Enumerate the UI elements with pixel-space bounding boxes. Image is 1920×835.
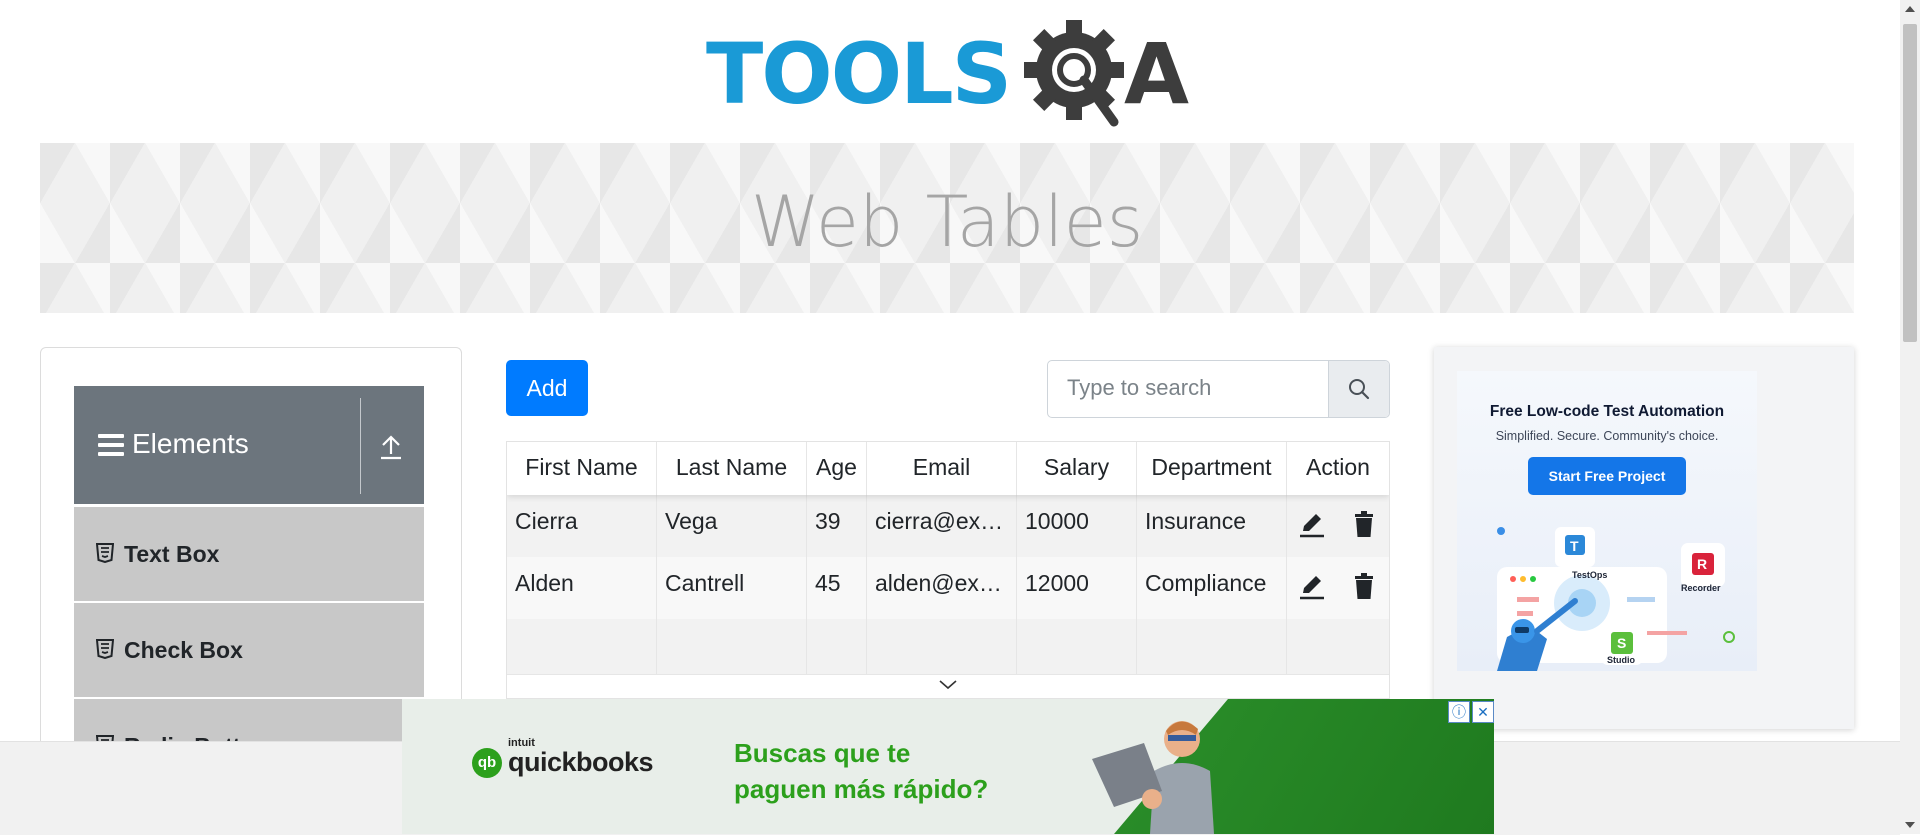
cell-action (1287, 557, 1389, 619)
page-banner: Web Tables (40, 143, 1854, 313)
cell-age: 39 (807, 495, 867, 557)
ad-right[interactable]: Free Low-code Test Automation Simplified… (1434, 347, 1854, 729)
ad-bottom-headline: Buscas que te paguen más rápido? (734, 735, 988, 807)
scroll-down-arrow-icon[interactable] (1905, 822, 1915, 828)
cell-salary: 12000 (1017, 557, 1137, 619)
column-header-first-name[interactable]: First Name (507, 442, 657, 495)
ad-headline: Free Low-code Test Automation (1489, 403, 1725, 420)
gear-magnifier-icon (1024, 20, 1124, 127)
edit-pencil-icon[interactable] (1297, 571, 1327, 601)
search-input[interactable] (1048, 361, 1318, 415)
ad-label-recorder: Recorder (1681, 583, 1721, 593)
empty-cell (807, 619, 867, 674)
close-ad-icon[interactable]: ✕ (1472, 701, 1494, 723)
sidebar-item-text-box[interactable]: Text Box (74, 507, 424, 603)
ad-subtitle: Simplified. Secure. Community's choice. (1495, 429, 1719, 443)
sidebar-item-label: Text Box (124, 541, 220, 567)
ad-headline-line1: Buscas que te (734, 738, 911, 768)
qb-logo-icon: qb (472, 747, 502, 778)
delete-trash-icon[interactable] (1349, 509, 1379, 539)
collapse-up-icon[interactable] (379, 434, 403, 460)
empty-cell (657, 619, 807, 674)
table-row: Cierra Vega 39 cierra@ex… 10000 Insuranc… (507, 495, 1389, 557)
ad-bottom-banner[interactable]: qb intuit quickbooks Buscas que te pague… (402, 699, 1494, 834)
ad-label-studio: Studio (1607, 655, 1635, 665)
adchoices-info-icon[interactable]: ⓘ (1448, 701, 1470, 723)
start-free-project-button[interactable]: Start Free Project (1528, 457, 1686, 495)
page-title: Web Tables (750, 181, 1144, 263)
empty-cell (1017, 619, 1137, 674)
column-header-email[interactable]: Email (867, 442, 1017, 495)
ad-label-testops: TestOps (1572, 570, 1608, 580)
cell-email: cierra@ex… (867, 495, 1017, 557)
cell-first-name: Alden (507, 557, 657, 619)
empty-cell (1287, 619, 1389, 674)
cell-department: Insurance (1137, 495, 1287, 557)
svg-text:T: T (1570, 538, 1579, 554)
svg-text:R: R (1697, 556, 1707, 572)
scroll-up-arrow-icon[interactable] (1905, 6, 1915, 12)
ad-brand-small: intuit (508, 737, 535, 749)
sidebar-group-elements[interactable]: Elements (74, 386, 424, 504)
column-header-salary[interactable]: Salary (1017, 442, 1137, 495)
scrollbar-thumb[interactable] (1903, 24, 1917, 342)
logo-text-tail: A (1124, 25, 1190, 123)
web-table: First Name Last Name Age Email Salary De… (506, 441, 1390, 699)
table-row-empty (507, 619, 1389, 674)
cell-last-name: Cantrell (657, 557, 807, 619)
cell-last-name: Vega (657, 495, 807, 557)
ad-card[interactable]: Free Low-code Test Automation Simplified… (1457, 371, 1757, 671)
page-scrollbar[interactable] (1900, 0, 1920, 834)
cell-first-name: Cierra (507, 495, 657, 557)
html5-icon (96, 639, 114, 659)
delete-trash-icon[interactable] (1349, 571, 1379, 601)
table-footer (507, 674, 1389, 698)
chevron-down-icon[interactable] (937, 677, 959, 693)
empty-cell (507, 619, 657, 674)
column-header-action: Action (1306, 454, 1370, 480)
svg-text:S: S (1617, 635, 1626, 651)
add-button[interactable]: Add (506, 360, 588, 416)
ad-brand: quickbooks (508, 747, 654, 777)
sidebar: Elements Text Box Check Box Radio Button (40, 347, 462, 769)
html5-icon (96, 543, 114, 563)
header-divider (360, 398, 361, 494)
search-box (1047, 360, 1390, 418)
cell-email: alden@ex… (867, 557, 1017, 619)
edit-pencil-icon[interactable] (1297, 509, 1327, 539)
toolsqa-logo[interactable]: TOOLS A (706, 16, 1196, 132)
empty-cell (1137, 619, 1287, 674)
ad-person-illustration (1092, 721, 1214, 834)
sidebar-item-label: Check Box (124, 637, 243, 663)
table-header: First Name Last Name Age Email Salary De… (507, 442, 1389, 495)
cell-age: 45 (807, 557, 867, 619)
table-row: Alden Cantrell 45 alden@ex… 12000 Compli… (507, 557, 1389, 619)
ad-choices: ⓘ ✕ (1448, 701, 1494, 723)
logo-text: TOOLS (706, 25, 1012, 123)
search-button[interactable] (1328, 361, 1389, 417)
cell-department: Compliance (1137, 557, 1287, 619)
empty-cell (867, 619, 1017, 674)
column-header-age[interactable]: Age (807, 442, 867, 495)
hamburger-icon (98, 434, 124, 456)
ad-headline-line2: paguen más rápido? (734, 774, 989, 804)
sidebar-item-check-box[interactable]: Check Box (74, 603, 424, 699)
sidebar-group-title: Elements (132, 428, 249, 459)
cell-salary: 10000 (1017, 495, 1137, 557)
quickbooks-logo: qb intuit quickbooks (472, 737, 654, 778)
column-header-last-name[interactable]: Last Name (657, 442, 807, 495)
column-header-department[interactable]: Department (1137, 442, 1287, 495)
cell-action (1287, 495, 1389, 557)
search-icon (1349, 379, 1370, 400)
